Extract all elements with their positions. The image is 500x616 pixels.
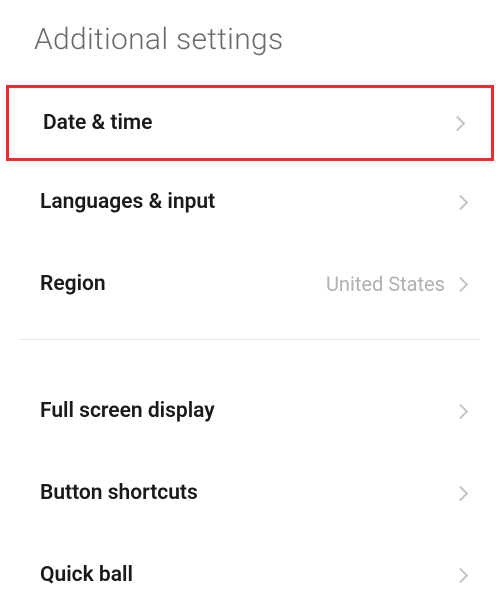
chevron-right-icon <box>450 115 466 131</box>
item-right: United States <box>326 272 470 296</box>
chevron-right-icon <box>453 403 469 419</box>
item-label: Full screen display <box>40 399 215 423</box>
item-label: Region <box>40 272 106 296</box>
chevron-right-icon <box>453 276 469 292</box>
item-value: United States <box>326 272 445 296</box>
settings-item-region[interactable]: Region United States <box>0 243 500 325</box>
settings-item-full-screen-display[interactable]: Full screen display <box>0 370 500 452</box>
item-label: Button shortcuts <box>40 481 198 505</box>
item-label: Date & time <box>43 111 152 135</box>
chevron-right-icon <box>453 485 469 501</box>
settings-list-group-1: Date & time Languages & input Region Uni… <box>0 85 500 325</box>
settings-item-button-shortcuts[interactable]: Button shortcuts <box>0 452 500 534</box>
chevron-right-icon <box>453 194 469 210</box>
settings-list-group-2: Full screen display Button shortcuts Qui… <box>0 370 500 616</box>
item-right <box>455 570 470 581</box>
item-right <box>455 197 470 208</box>
settings-item-languages-input[interactable]: Languages & input <box>0 161 500 243</box>
divider <box>20 339 480 340</box>
item-right <box>455 488 470 499</box>
item-right <box>455 406 470 417</box>
item-label: Languages & input <box>40 190 215 214</box>
settings-item-date-time[interactable]: Date & time <box>6 85 494 161</box>
item-right <box>452 118 467 129</box>
settings-item-quick-ball[interactable]: Quick ball <box>0 534 500 616</box>
chevron-right-icon <box>453 567 469 583</box>
page-title: Additional settings <box>0 0 500 85</box>
item-label: Quick ball <box>40 563 133 587</box>
